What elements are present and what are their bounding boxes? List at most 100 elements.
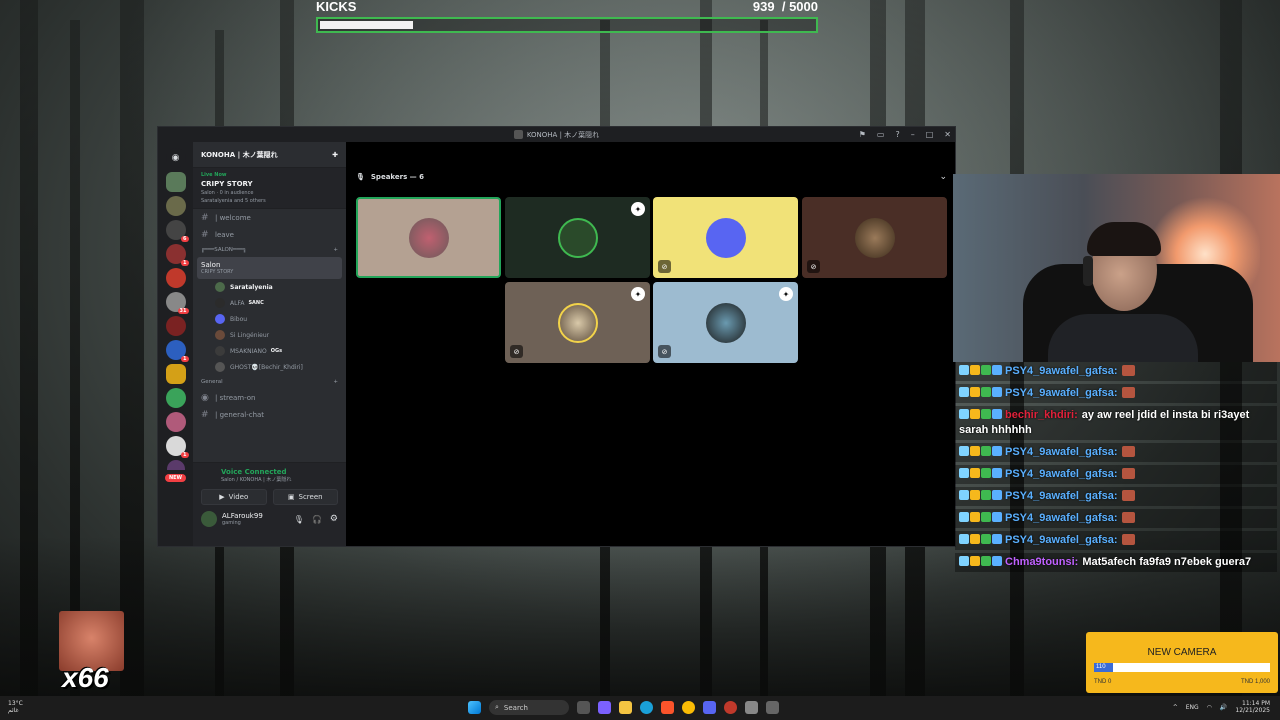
volume-icon[interactable]: 🔊 bbox=[1220, 704, 1227, 711]
chevron-down-icon[interactable]: ⌄ bbox=[939, 172, 947, 182]
moderator-icon: ✦ bbox=[631, 287, 645, 301]
voice-member[interactable]: Si Lingénieur bbox=[193, 327, 346, 343]
discord-icon[interactable] bbox=[703, 701, 716, 714]
voice-member[interactable]: Saratalyenia bbox=[193, 279, 346, 295]
chat-emote bbox=[1121, 365, 1135, 376]
app-icon[interactable] bbox=[766, 701, 779, 714]
avatar bbox=[215, 346, 225, 356]
speaker-tile[interactable]: ⊘ bbox=[653, 197, 798, 278]
chat-username[interactable]: PSY4_9awafel_gafsa: bbox=[1005, 468, 1118, 480]
brave-icon[interactable] bbox=[661, 701, 674, 714]
server-icon[interactable] bbox=[166, 460, 185, 470]
copilot-icon[interactable] bbox=[598, 701, 611, 714]
server-icon[interactable] bbox=[165, 316, 186, 336]
add-member-icon[interactable]: ✚ bbox=[332, 151, 338, 159]
taskbar-search[interactable]: ⌕ Search bbox=[489, 700, 569, 715]
chat-username[interactable]: PSY4_9awafel_gafsa: bbox=[1005, 512, 1118, 524]
app-icon[interactable] bbox=[745, 701, 758, 714]
avatar bbox=[408, 217, 449, 258]
add-channel-icon[interactable]: + bbox=[333, 379, 338, 385]
avatar[interactable] bbox=[201, 511, 217, 527]
goal-max: TND 1,000 bbox=[1240, 679, 1270, 685]
voice-member[interactable]: ALFA SANC bbox=[193, 295, 346, 311]
channel-salon[interactable]: Salon CRIPY STORY bbox=[197, 257, 342, 279]
chat-username[interactable]: PSY4_9awafel_gafsa: bbox=[1005, 446, 1118, 458]
gear-icon[interactable]: ⚙ bbox=[330, 514, 338, 524]
server-icon[interactable] bbox=[165, 388, 186, 408]
discord-home-icon[interactable]: ◉ bbox=[165, 148, 186, 168]
server-icon[interactable]: 1 bbox=[165, 340, 189, 362]
microphone-icon[interactable]: 🎙 bbox=[294, 515, 304, 524]
inbox-icon[interactable]: ⚑ bbox=[859, 130, 866, 139]
wifi-icon[interactable]: ◠ bbox=[1207, 704, 1212, 711]
server-icon[interactable]: 31 bbox=[165, 292, 189, 314]
stream-chat: PSY4_9awafel_gafsa: PSY4_9awafel_gafsa: be… bbox=[955, 362, 1277, 602]
voice-member[interactable]: Bibou bbox=[193, 311, 346, 327]
voice-connected-status: Voice Connected bbox=[221, 468, 287, 476]
speakers-header[interactable]: 🎙 Speakers — 6 bbox=[356, 173, 424, 181]
chat-username[interactable]: bechir_khdiri: bbox=[1005, 409, 1078, 421]
voice-location: Salon / KONOHA | 木ノ葉隠れ bbox=[221, 477, 292, 483]
tray-chevron-icon[interactable]: ^ bbox=[1173, 704, 1178, 711]
screen-share-button[interactable]: ▣ Screen bbox=[272, 489, 338, 505]
app-icon[interactable] bbox=[724, 701, 737, 714]
clock[interactable]: 11:14 PM 12/21/2025 bbox=[1235, 700, 1270, 714]
speaker-tile[interactable]: ⊘ bbox=[802, 197, 947, 278]
file-explorer-icon[interactable] bbox=[619, 701, 632, 714]
voice-member[interactable]: MSAKNIANO OGs bbox=[193, 343, 346, 359]
language-indicator[interactable]: ENG bbox=[1186, 704, 1199, 711]
discord-window: KONOHA | 木ノ葉隠れ ⚑ ▭ ? – □ ✕ ◉ 6 1 31 1 1 … bbox=[157, 126, 956, 547]
headphones-icon[interactable]: 🎧 bbox=[312, 515, 322, 524]
live-stage-card[interactable]: Live Now CRIPY STORY Salon · 0 in audien… bbox=[193, 168, 346, 209]
chrome-icon[interactable] bbox=[682, 701, 695, 714]
speaker-tile[interactable]: ✦ bbox=[505, 197, 650, 278]
server-icon[interactable] bbox=[165, 268, 186, 288]
channel-stream-on[interactable]: ◉ | stream-on bbox=[193, 389, 346, 406]
help-icon[interactable]: ? bbox=[895, 130, 899, 139]
server-icon[interactable]: 1 bbox=[165, 244, 189, 266]
weather-widget[interactable]: 13°C غائم bbox=[8, 700, 23, 714]
avatar bbox=[705, 302, 746, 343]
chat-message: PSY4_9awafel_gafsa: bbox=[955, 487, 1277, 506]
server-icon[interactable]: 6 bbox=[165, 220, 189, 242]
server-header[interactable]: KONOHA | 木ノ葉隠れ ✚ bbox=[193, 142, 346, 168]
category-general[interactable]: General + bbox=[193, 375, 346, 389]
category-salon[interactable]: ╔═══SALON═══╗ + bbox=[193, 243, 346, 257]
chat-username[interactable]: Chma9tounsi: bbox=[1005, 556, 1078, 568]
close-icon[interactable]: ✕ bbox=[944, 130, 951, 139]
minimize-icon[interactable]: – bbox=[911, 130, 915, 139]
chat-username[interactable]: PSY4_9awafel_gafsa: bbox=[1005, 534, 1118, 546]
server-icon[interactable]: 1 bbox=[165, 436, 189, 458]
task-view-icon[interactable] bbox=[577, 701, 590, 714]
chat-username[interactable]: PSY4_9awafel_gafsa: bbox=[1005, 490, 1118, 502]
chat-username[interactable]: PSY4_9awafel_gafsa: bbox=[1005, 387, 1118, 399]
server-icon[interactable] bbox=[165, 172, 186, 192]
add-channel-icon[interactable]: + bbox=[333, 247, 338, 253]
video-button[interactable]: ▶ Video bbox=[201, 489, 267, 505]
channel-general-chat[interactable]: # | general-chat bbox=[193, 406, 346, 423]
muted-icon: ⊘ bbox=[807, 260, 820, 273]
user-panel: ALFarouk99 gaming 🎙 🎧 ⚙ bbox=[193, 505, 346, 527]
speaker-tile[interactable]: ✦ ⊘ bbox=[505, 282, 650, 363]
new-badge: NEW bbox=[164, 474, 187, 482]
server-icon[interactable] bbox=[165, 364, 186, 384]
avatar bbox=[705, 217, 746, 258]
maximize-icon[interactable]: □ bbox=[926, 130, 934, 139]
server-icon[interactable] bbox=[165, 412, 186, 432]
windows-start-icon[interactable] bbox=[468, 701, 481, 714]
server-icon[interactable] bbox=[165, 196, 186, 216]
edge-icon[interactable] bbox=[640, 701, 653, 714]
stream-icon: ◉ bbox=[201, 392, 209, 403]
goal-current: 110 bbox=[1096, 664, 1106, 670]
channel-leave[interactable]: # leave bbox=[193, 226, 346, 243]
channel-welcome[interactable]: # | welcome bbox=[193, 209, 346, 226]
chat-username[interactable]: PSY4_9awafel_gafsa: bbox=[1005, 365, 1118, 377]
speaker-tile[interactable] bbox=[356, 197, 501, 278]
chat-emote bbox=[1121, 468, 1135, 479]
chat-message: PSY4_9awafel_gafsa: bbox=[955, 362, 1277, 381]
screen-icon[interactable]: ▭ bbox=[877, 130, 885, 139]
speaker-tile[interactable]: ✦ ⊘ bbox=[653, 282, 798, 363]
voice-member[interactable]: GHOST💀[Bechir_Khdiri] bbox=[193, 359, 346, 375]
microphone-icon: 🎙 bbox=[356, 173, 365, 181]
moderator-icon: ✦ bbox=[631, 202, 645, 216]
